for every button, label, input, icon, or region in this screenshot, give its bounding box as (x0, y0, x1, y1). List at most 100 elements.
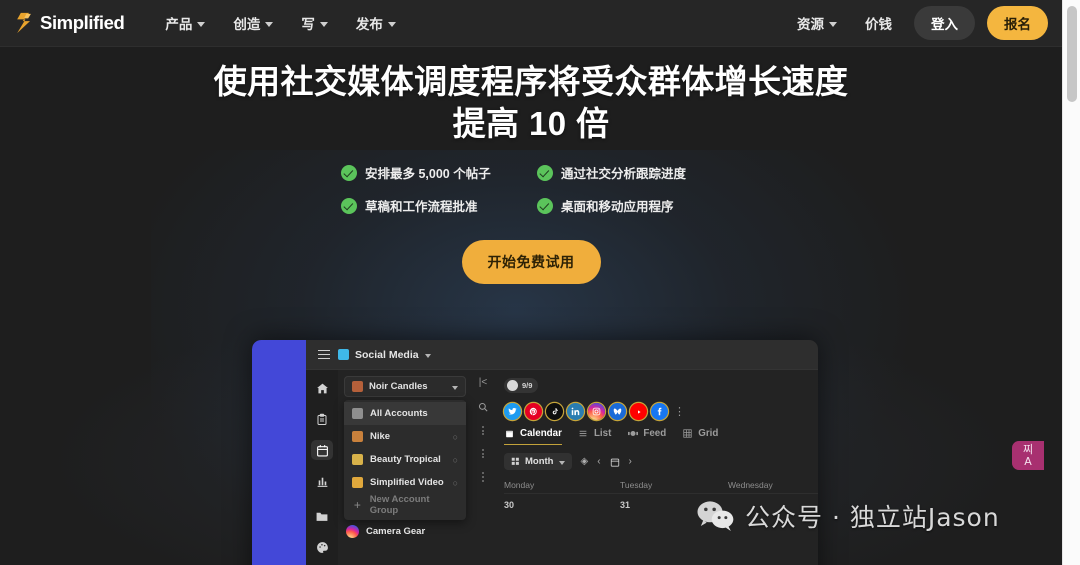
scrollbar-thumb[interactable] (1067, 6, 1077, 102)
new-account-group-button[interactable]: + New Account Group (344, 494, 466, 516)
grid-icon (682, 429, 693, 438)
page-root: Simplified 产品 创造 写 发布 资源 价钱 登入 报名 使用社交媒体… (0, 0, 1080, 565)
chevron-down-icon (319, 21, 328, 27)
account-group-select[interactable]: Noir Candles (344, 376, 466, 397)
more-icon[interactable]: ○ (453, 432, 458, 442)
calendar-icon (316, 444, 328, 456)
collapse-panel-icon[interactable]: |< (479, 378, 487, 388)
calendar-day-cells: 30 31 (504, 493, 818, 510)
facebook-icon[interactable] (651, 403, 668, 420)
day-cell[interactable]: 30 (504, 500, 620, 510)
more-vertical-icon[interactable] (482, 472, 484, 482)
app-nav-rail (306, 370, 338, 565)
tab-list[interactable]: List (578, 428, 611, 445)
rail-item-home[interactable] (311, 378, 333, 398)
account-dropdown-menu: All Accounts Nike ○ Beauty Tropical ○ Si… (344, 400, 466, 520)
account-item-all-accounts[interactable]: All Accounts (344, 402, 466, 425)
login-button[interactable]: 登入 (914, 6, 975, 40)
calendar-toolbar: Month ◈ ‹ › (504, 453, 818, 470)
translate-icon: 찌 A (1023, 444, 1033, 467)
start-free-trial-button[interactable]: 开始免费试用 (461, 240, 601, 285)
browser-scrollbar[interactable] (1062, 0, 1080, 565)
analytics-icon (317, 477, 327, 487)
nav-item-products-label: 产品 (165, 17, 193, 32)
nav-item-publish[interactable]: 发布 (343, 7, 409, 39)
account-swatch-icon (352, 431, 363, 442)
feature-list: 安排最多 5,000 个帖子 通过社交分析跟踪进度 草稿和工作流程批准 桌面和移… (341, 163, 721, 215)
more-vertical-icon[interactable]: ⋮ (674, 405, 685, 418)
more-icon[interactable]: ○ (453, 455, 458, 465)
account-group-label: Noir Candles (369, 381, 428, 392)
account-item-camera-gear[interactable]: Camera Gear (344, 525, 466, 538)
chevron-down-icon (558, 460, 565, 465)
avatar (507, 380, 518, 391)
home-icon (316, 383, 328, 393)
hamburger-icon[interactable] (318, 349, 330, 360)
nav-links: 产品 创造 写 发布 (152, 7, 409, 39)
nav-item-resources[interactable]: 资源 (785, 7, 849, 39)
calendar-content-panel: 9/9 ⋮ Calendar List Feed Grid Month ◈ ‹ … (494, 370, 818, 565)
rail-item-brand[interactable] (311, 537, 333, 557)
linkedin-icon[interactable] (567, 403, 584, 420)
rail-item-tasks[interactable] (311, 409, 333, 429)
account-item-simplified-video[interactable]: Simplified Video ○ (344, 471, 466, 494)
signup-button[interactable]: 报名 (987, 6, 1048, 40)
chevron-right-icon[interactable]: › (629, 456, 632, 467)
nav-item-pricing[interactable]: 价钱 (853, 7, 904, 39)
day-cell[interactable] (728, 500, 818, 510)
view-tabs: Calendar List Feed Grid (504, 428, 818, 445)
target-icon[interactable]: ◈ (581, 456, 589, 467)
rail-item-assets[interactable] (311, 506, 333, 526)
nav-item-products[interactable]: 产品 (152, 7, 218, 39)
chevron-left-icon[interactable]: ‹ (597, 456, 600, 467)
rail-item-analytics[interactable] (311, 471, 333, 491)
tab-grid[interactable]: Grid (682, 428, 718, 445)
more-vertical-icon[interactable] (482, 426, 484, 436)
brand-logo[interactable]: Simplified (15, 12, 125, 34)
feature-item: 通过社交分析跟踪进度 (537, 163, 721, 182)
headline-line-2: 提高 10 倍 (452, 105, 610, 143)
project-selector[interactable]: Social Media (338, 349, 431, 361)
youtube-icon[interactable] (630, 403, 647, 420)
feed-icon (627, 430, 638, 437)
more-vertical-icon[interactable] (482, 449, 484, 459)
twitter-icon[interactable] (504, 403, 521, 420)
calendar-today-icon[interactable] (610, 457, 620, 467)
panel-tools-column: |< (472, 370, 494, 565)
account-item-nike[interactable]: Nike ○ (344, 425, 466, 448)
nav-item-write[interactable]: 写 (288, 7, 341, 39)
bluesky-icon[interactable] (609, 403, 626, 420)
calendar-view-select[interactable]: Month (504, 453, 572, 470)
tiktok-icon[interactable] (546, 403, 563, 420)
tab-calendar[interactable]: Calendar (504, 428, 562, 445)
account-swatch-icon (352, 477, 363, 488)
rail-item-calendar[interactable] (311, 440, 333, 460)
search-icon[interactable] (478, 402, 488, 412)
instagram-icon[interactable] (588, 403, 605, 420)
check-icon (341, 164, 357, 181)
account-item-beauty-tropical[interactable]: Beauty Tropical ○ (344, 448, 466, 471)
nav-item-create[interactable]: 创造 (220, 7, 286, 39)
translate-widget-button[interactable]: 찌 A (1012, 441, 1044, 470)
day-cell[interactable]: 31 (620, 500, 728, 510)
nav-item-pricing-label: 价钱 (865, 17, 892, 32)
tab-feed[interactable]: Feed (627, 428, 666, 445)
feature-label: 通过社交分析跟踪进度 (561, 167, 687, 182)
simplified-logo-icon (17, 12, 31, 34)
pinterest-icon[interactable] (525, 403, 542, 420)
navbar: Simplified 产品 创造 写 发布 资源 价钱 登入 报名 (0, 0, 1062, 47)
social-platform-filter: ⋮ (504, 403, 818, 420)
accounts-panel: Noir Candles All Accounts Nike ○ Beauty … (338, 370, 472, 565)
selected-accounts-badge[interactable]: 9/9 (504, 378, 539, 393)
more-icon[interactable]: ○ (453, 478, 458, 488)
tab-feed-label: Feed (643, 428, 667, 439)
tab-list-label: List (593, 428, 612, 439)
app-preview-mockup: Social Media Noir Candles All Accounts N… (252, 340, 818, 565)
account-item-label: Simplified Video (370, 477, 444, 488)
day-header-monday: Monday (504, 480, 535, 490)
hero-section: 使用社交媒体调度程序将受众群体增长速度 提高 10 倍 安排最多 5,000 个… (0, 47, 1062, 285)
chevron-down-icon (387, 21, 396, 27)
feature-label: 草稿和工作流程批准 (365, 200, 478, 215)
nav-item-create-label: 创造 (233, 17, 261, 32)
site-viewport: Simplified 产品 创造 写 发布 资源 价钱 登入 报名 使用社交媒体… (0, 0, 1062, 565)
